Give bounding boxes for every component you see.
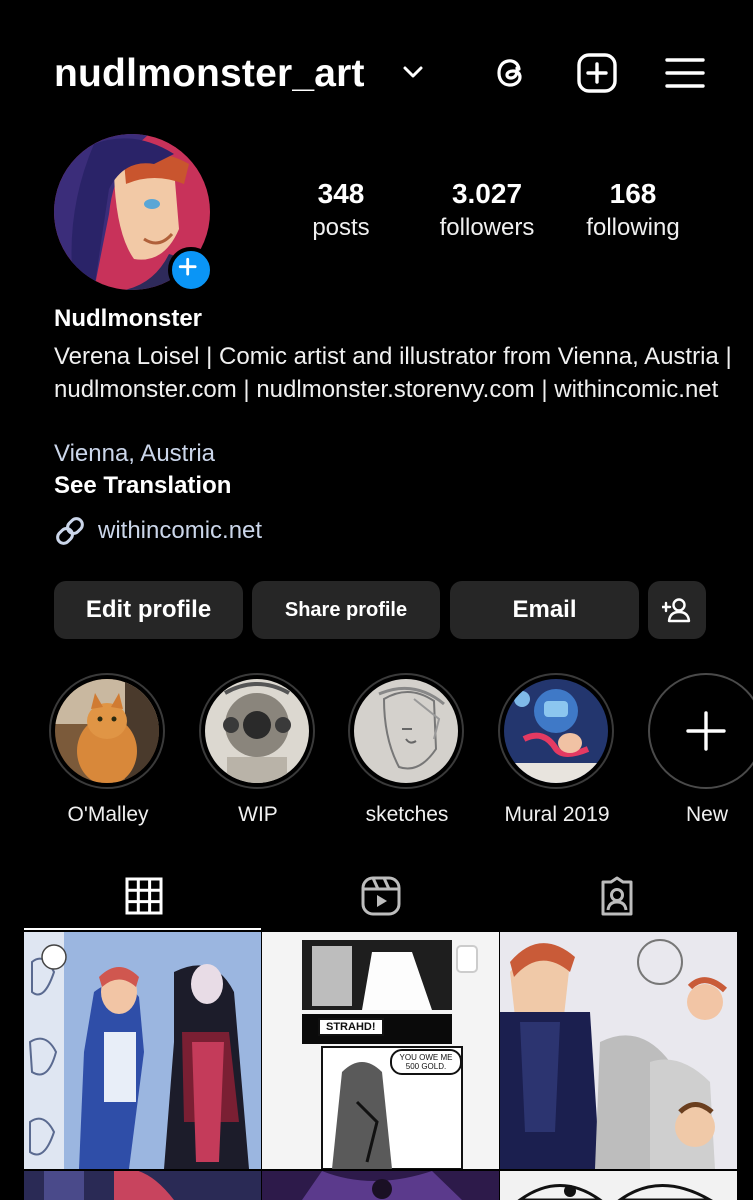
reels-icon	[361, 876, 400, 916]
email-button[interactable]: Email	[450, 581, 639, 639]
following-stat[interactable]: 168 following	[563, 178, 703, 242]
profile-name: Nudlmonster	[54, 305, 203, 332]
profile-location[interactable]: Vienna, Austria	[54, 440, 215, 468]
active-tab-indicator	[24, 928, 261, 930]
profile-link[interactable]: withincomic.net	[54, 514, 262, 548]
post-thumbnail[interactable]: STRAHD! YOU OWE ME 500 GOLD.	[262, 932, 499, 1169]
profile-bio: Verena Loisel | Comic artist and illustr…	[54, 343, 732, 403]
highlight-label: sketches	[365, 803, 449, 826]
highlight-label: Mural 2019	[504, 803, 610, 826]
highlight-mural-2019[interactable]: Mural 2019	[498, 673, 616, 827]
add-person-icon	[662, 598, 691, 623]
add-story-icon[interactable]	[168, 247, 214, 293]
menu-icon[interactable]	[664, 52, 706, 94]
threads-icon[interactable]	[489, 52, 531, 94]
highlight-cover	[354, 679, 458, 783]
posts-label: posts	[312, 214, 370, 241]
highlight-sketches[interactable]: sketches	[348, 673, 466, 827]
suggested-people-button[interactable]	[648, 581, 706, 639]
highlight-label: WIP	[238, 803, 278, 826]
followers-count: 3.027	[451, 178, 523, 209]
highlight-wip[interactable]: WIP	[199, 673, 317, 827]
post-thumbnail[interactable]	[500, 932, 737, 1169]
followers-label: followers	[439, 214, 535, 241]
following-label: following	[586, 214, 680, 241]
see-translation-link[interactable]: See Translation	[54, 472, 231, 500]
post-thumbnail[interactable]	[24, 1171, 261, 1200]
followers-stat[interactable]: 3.027 followers	[417, 178, 557, 242]
link-icon	[56, 517, 84, 545]
highlight-cover	[205, 679, 309, 783]
comic-speech-bubble: STRAHD!	[318, 1018, 384, 1036]
grid-icon	[125, 877, 162, 915]
comic-speech-bubble: YOU OWE ME 500 GOLD.	[390, 1049, 462, 1075]
tagged-icon	[601, 876, 632, 916]
tab-posts-grid[interactable]	[18, 866, 269, 926]
chevron-down-icon[interactable]	[402, 64, 424, 80]
tab-reels[interactable]	[255, 866, 506, 926]
posts-count: 348	[317, 178, 365, 209]
share-profile-button[interactable]: Share profile	[252, 581, 440, 639]
post-thumbnail[interactable]	[262, 1171, 499, 1200]
highlight-omalley[interactable]: O'Malley	[49, 673, 167, 827]
add-post-icon[interactable]	[576, 52, 618, 94]
post-thumbnail[interactable]	[500, 1171, 737, 1200]
plus-icon	[686, 711, 726, 751]
highlight-label: O'Malley	[67, 803, 149, 826]
new-highlight-button[interactable]: New	[648, 673, 753, 827]
tab-tagged[interactable]	[491, 866, 742, 926]
edit-profile-button[interactable]: Edit profile	[54, 581, 243, 639]
post-thumbnail[interactable]	[24, 932, 261, 1169]
posts-stat[interactable]: 348 posts	[271, 178, 411, 242]
highlight-cover	[55, 679, 159, 783]
highlight-label: New	[685, 803, 728, 826]
profile-username[interactable]: nudlmonster_art	[54, 52, 365, 96]
profile-link-text: withincomic.net	[98, 517, 263, 544]
highlight-cover	[504, 679, 608, 783]
following-count: 168	[609, 178, 657, 209]
